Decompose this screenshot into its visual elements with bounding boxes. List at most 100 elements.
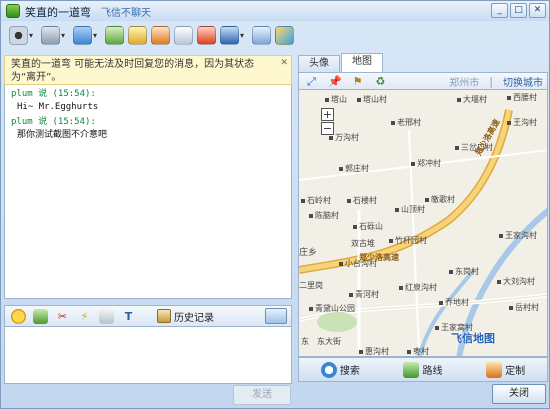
note-tool[interactable]	[128, 24, 147, 46]
map-label: 石岭村	[301, 195, 331, 206]
map-custom-label: 定制	[505, 366, 526, 377]
map-label: 西腰村	[507, 92, 537, 103]
highway-label: 郑少洛高速	[359, 253, 399, 262]
history-label: 历史记录	[174, 312, 214, 324]
input-toolbar: ✂ ⚡ T 历史记录	[4, 305, 292, 327]
note-icon	[128, 25, 147, 45]
map-label: 塔山村	[357, 94, 387, 105]
file-tool[interactable]: ▾	[73, 24, 101, 46]
map-label: 岳村村	[509, 302, 539, 313]
apps-icon	[220, 25, 239, 45]
warning-text: 笑直的一道弯 可能无法及时回复您的消息，因为其状态为“离开”。	[11, 59, 255, 83]
map-search-label: 搜索	[339, 366, 360, 377]
mail-tool[interactable]	[174, 24, 193, 46]
map-search-button[interactable]: 搜索	[320, 361, 360, 378]
map-label: 大刘沟村	[497, 276, 535, 287]
close-icon[interactable]: ✕	[280, 57, 288, 70]
sms-tool[interactable]	[197, 24, 216, 46]
separator: |	[489, 74, 493, 88]
map-custom-button[interactable]: 定制	[486, 361, 526, 378]
away-warning: 笑直的一道弯 可能无法及时回复您的消息，因为其状态为“离开”。 ✕	[4, 55, 292, 85]
mail-icon	[174, 25, 193, 45]
clear-icon[interactable]: ♻	[374, 75, 387, 88]
search-icon	[320, 361, 337, 378]
close-button[interactable]: 关闭	[492, 384, 546, 404]
map-label: 东大街	[317, 337, 341, 346]
chevron-down-icon[interactable]: ▾	[61, 31, 69, 40]
nudge-icon[interactable]: ⚡	[77, 309, 92, 324]
screenshot-tool[interactable]	[105, 24, 124, 46]
map-label: 郭庄村	[339, 163, 369, 174]
webcam-icon	[9, 25, 28, 45]
screen-share-icon[interactable]	[265, 308, 287, 324]
title-bar: 笑直的一道弯 飞信不聊天 _ □ ✕	[1, 1, 549, 21]
message-body: Hi~ Mr.Egghurts	[17, 102, 99, 112]
fullscreen-icon[interactable]: ⤢	[305, 75, 318, 88]
file-icon[interactable]	[99, 308, 114, 324]
microphone-icon	[41, 25, 60, 45]
map-label: 塔山	[325, 94, 347, 105]
customize-icon	[486, 361, 503, 378]
emoji-icon[interactable]	[11, 308, 26, 324]
map-toolbar: ⤢ 📌 ⚑ ♻ 郑州市 | 切换城市	[298, 72, 548, 90]
message-header: plum 说 (15:54):	[11, 117, 96, 127]
video-tool[interactable]: ▾	[9, 24, 37, 46]
chevron-down-icon[interactable]: ▾	[93, 31, 101, 40]
minimize-button[interactable]: _	[491, 3, 508, 18]
chevron-down-icon[interactable]: ▾	[29, 31, 37, 40]
voice-tool[interactable]: ▾	[41, 24, 69, 46]
map-label: 竹杆园村	[389, 235, 427, 246]
map-label: 青河村	[349, 289, 379, 300]
flag-icon[interactable]: ⚑	[351, 75, 364, 88]
map-label: 王沟村	[507, 117, 537, 128]
share-tool[interactable]	[151, 24, 170, 46]
font-icon[interactable]: T	[121, 309, 136, 324]
map-label: 庄乡	[299, 248, 318, 258]
map-brand-logo: 飞信地图	[451, 332, 495, 345]
fetion-logo-icon	[6, 4, 20, 18]
chevron-down-icon[interactable]: ▾	[240, 31, 248, 40]
map-label: 大堰村	[457, 94, 487, 105]
chat-window: 笑直的一道弯 飞信不聊天 _ □ ✕ ▾ ▾ ▾ ▾ 笑直的一道弯 可能无法及时…	[0, 0, 550, 409]
scissors-icon[interactable]: ✂	[55, 309, 70, 324]
zoom-in-button[interactable]: +	[321, 108, 334, 121]
history-button[interactable]: 历史记录	[157, 309, 214, 324]
map-label: 东岗村	[449, 266, 479, 277]
map-label: 乔地村	[439, 297, 469, 308]
map-label: 山顶村	[395, 204, 425, 215]
message-body: 那你测试截图不介意吧	[17, 130, 108, 140]
map-label: 万沟村	[329, 132, 359, 143]
map-label: 东	[301, 337, 309, 346]
map-label: 皦歌村	[425, 194, 455, 205]
message-header: plum 说 (15:54):	[11, 89, 96, 99]
map-route-button[interactable]: 路线	[403, 361, 443, 378]
map-label: 红泉沟村	[399, 282, 437, 293]
map-route-label: 路线	[422, 366, 443, 377]
gamepad-icon	[252, 25, 271, 45]
send-button[interactable]: 发送	[233, 385, 291, 405]
pin-icon[interactable]: 📌	[328, 75, 342, 88]
map-tool[interactable]	[275, 24, 294, 46]
map-label: 双古堆	[351, 239, 375, 248]
chat-history: plum 说 (15:54): Hi~ Mr.Egghurts plum 说 (…	[4, 85, 292, 299]
map-icon	[275, 25, 294, 45]
apps-tool[interactable]: ▾	[220, 24, 248, 46]
close-window-button[interactable]: ✕	[529, 3, 546, 18]
map-label: 陈脑村	[309, 210, 339, 221]
map-label: 郑冲村	[411, 158, 441, 169]
history-icon	[157, 309, 171, 323]
message-input[interactable]	[4, 327, 292, 384]
route-icon	[403, 361, 420, 378]
share-icon	[151, 25, 170, 45]
map-view[interactable]: + − 塔山 塔山村 大堰村 西腰村 老邢村 王沟村 万沟村 三岔口村 郭庄村 …	[298, 90, 548, 357]
main-toolbar: ▾ ▾ ▾ ▾	[1, 21, 549, 49]
map-label: 枣村	[407, 346, 429, 356]
sms-icon	[197, 25, 216, 45]
map-label: 石楼村	[347, 195, 377, 206]
tab-avatar[interactable]: 头像	[298, 55, 340, 72]
image-icon[interactable]	[33, 308, 48, 324]
game-tool[interactable]	[252, 24, 271, 46]
maximize-button[interactable]: □	[510, 3, 527, 18]
tab-map[interactable]: 地图	[341, 53, 383, 72]
switch-city-link[interactable]: 切换城市	[503, 74, 543, 89]
